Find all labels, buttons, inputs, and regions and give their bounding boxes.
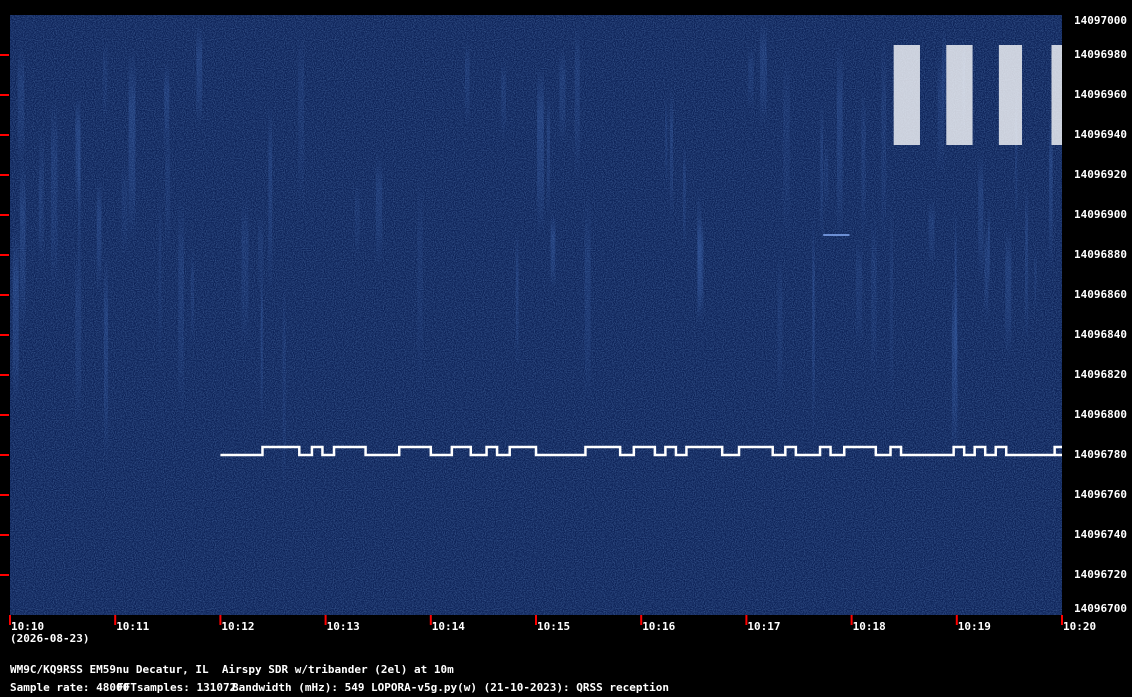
date-label: (2026-08-23): [10, 632, 90, 645]
bandwidth: Bandwidth (mHz): 549: [232, 681, 365, 694]
y-tick-label: 14096780: [1074, 448, 1127, 461]
x-tick-label: 10:14: [431, 620, 465, 633]
y-tick-label: 14096980: [1074, 48, 1127, 61]
fft-samples: FFTsamples: 131072: [117, 681, 237, 694]
x-tick-label: 10:19: [957, 620, 991, 633]
x-tick-label: 10:12: [221, 620, 255, 633]
y-tick-label: 14096700: [1074, 602, 1127, 615]
y-tick-label: 14096840: [1074, 328, 1127, 341]
y-tick-label: 14096760: [1074, 488, 1127, 501]
x-tick-label: 10:16: [642, 620, 676, 633]
software-info: LOPORA-v5g.py(w) (21-10-2023): QRSS rece…: [371, 681, 670, 694]
x-tick-label: 10:11: [116, 620, 150, 633]
y-tick-label: 14096960: [1074, 88, 1127, 101]
axis-ticks: [0, 54, 1063, 625]
y-tick-label: 14096860: [1074, 288, 1127, 301]
x-tick-label: 10:18: [852, 620, 886, 633]
station-info: WM9C/KQ9RSS EM59nu Decatur, IL Airspy SD…: [10, 663, 454, 676]
x-tick-label: 10:20: [1063, 620, 1097, 633]
y-tick-label: 14096880: [1074, 248, 1127, 261]
y-tick-label: 14097000: [1074, 14, 1127, 27]
y-tick-label: 14096920: [1074, 168, 1127, 181]
x-tick-label: 10:15: [537, 620, 571, 633]
x-tick-label: 10:17: [747, 620, 781, 633]
y-tick-label: 14096900: [1074, 208, 1127, 221]
x-tick-label: 10:13: [326, 620, 360, 633]
y-tick-label: 14096820: [1074, 368, 1127, 381]
y-tick-label: 14096800: [1074, 408, 1127, 421]
y-tick-label: 14096940: [1074, 128, 1127, 141]
sample-rate: Sample rate: 48000: [10, 681, 130, 694]
y-tick-label: 14096720: [1074, 568, 1127, 581]
y-tick-label: 14096740: [1074, 528, 1127, 541]
